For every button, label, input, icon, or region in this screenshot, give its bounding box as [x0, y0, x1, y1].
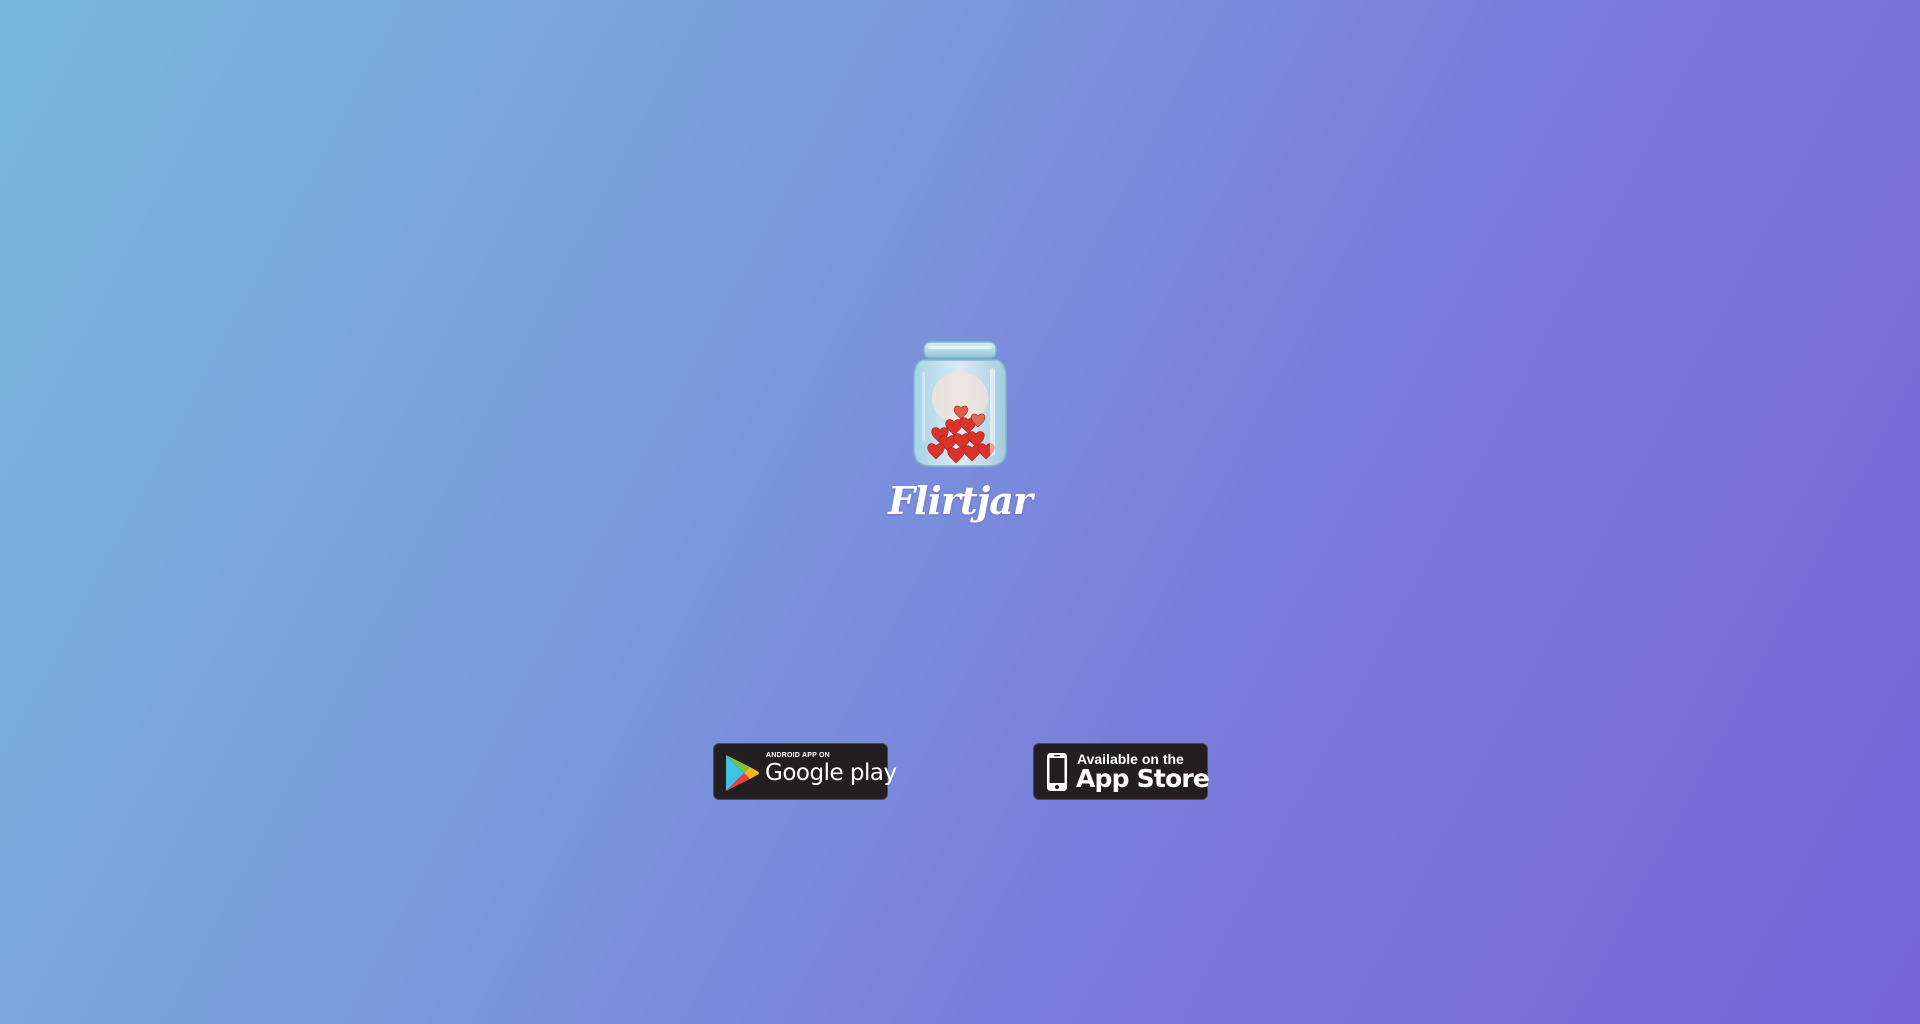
jar-of-hearts-icon: [906, 338, 1014, 470]
iphone-icon: [1046, 752, 1068, 792]
landing-hero: Flirtjar ANDROID APP ON Google play Avai…: [0, 0, 1920, 1024]
app-store-button[interactable]: Available on the App Store: [1033, 743, 1210, 800]
google-play-big-label: Google play: [765, 760, 897, 786]
google-play-button[interactable]: ANDROID APP ON Google play: [713, 743, 897, 800]
google-play-triangle-icon: [724, 754, 760, 792]
app-store-big-label: App Store: [1076, 764, 1210, 793]
brand-name: Flirtjar: [888, 478, 1033, 523]
google-play-small-label: ANDROID APP ON: [766, 752, 830, 759]
